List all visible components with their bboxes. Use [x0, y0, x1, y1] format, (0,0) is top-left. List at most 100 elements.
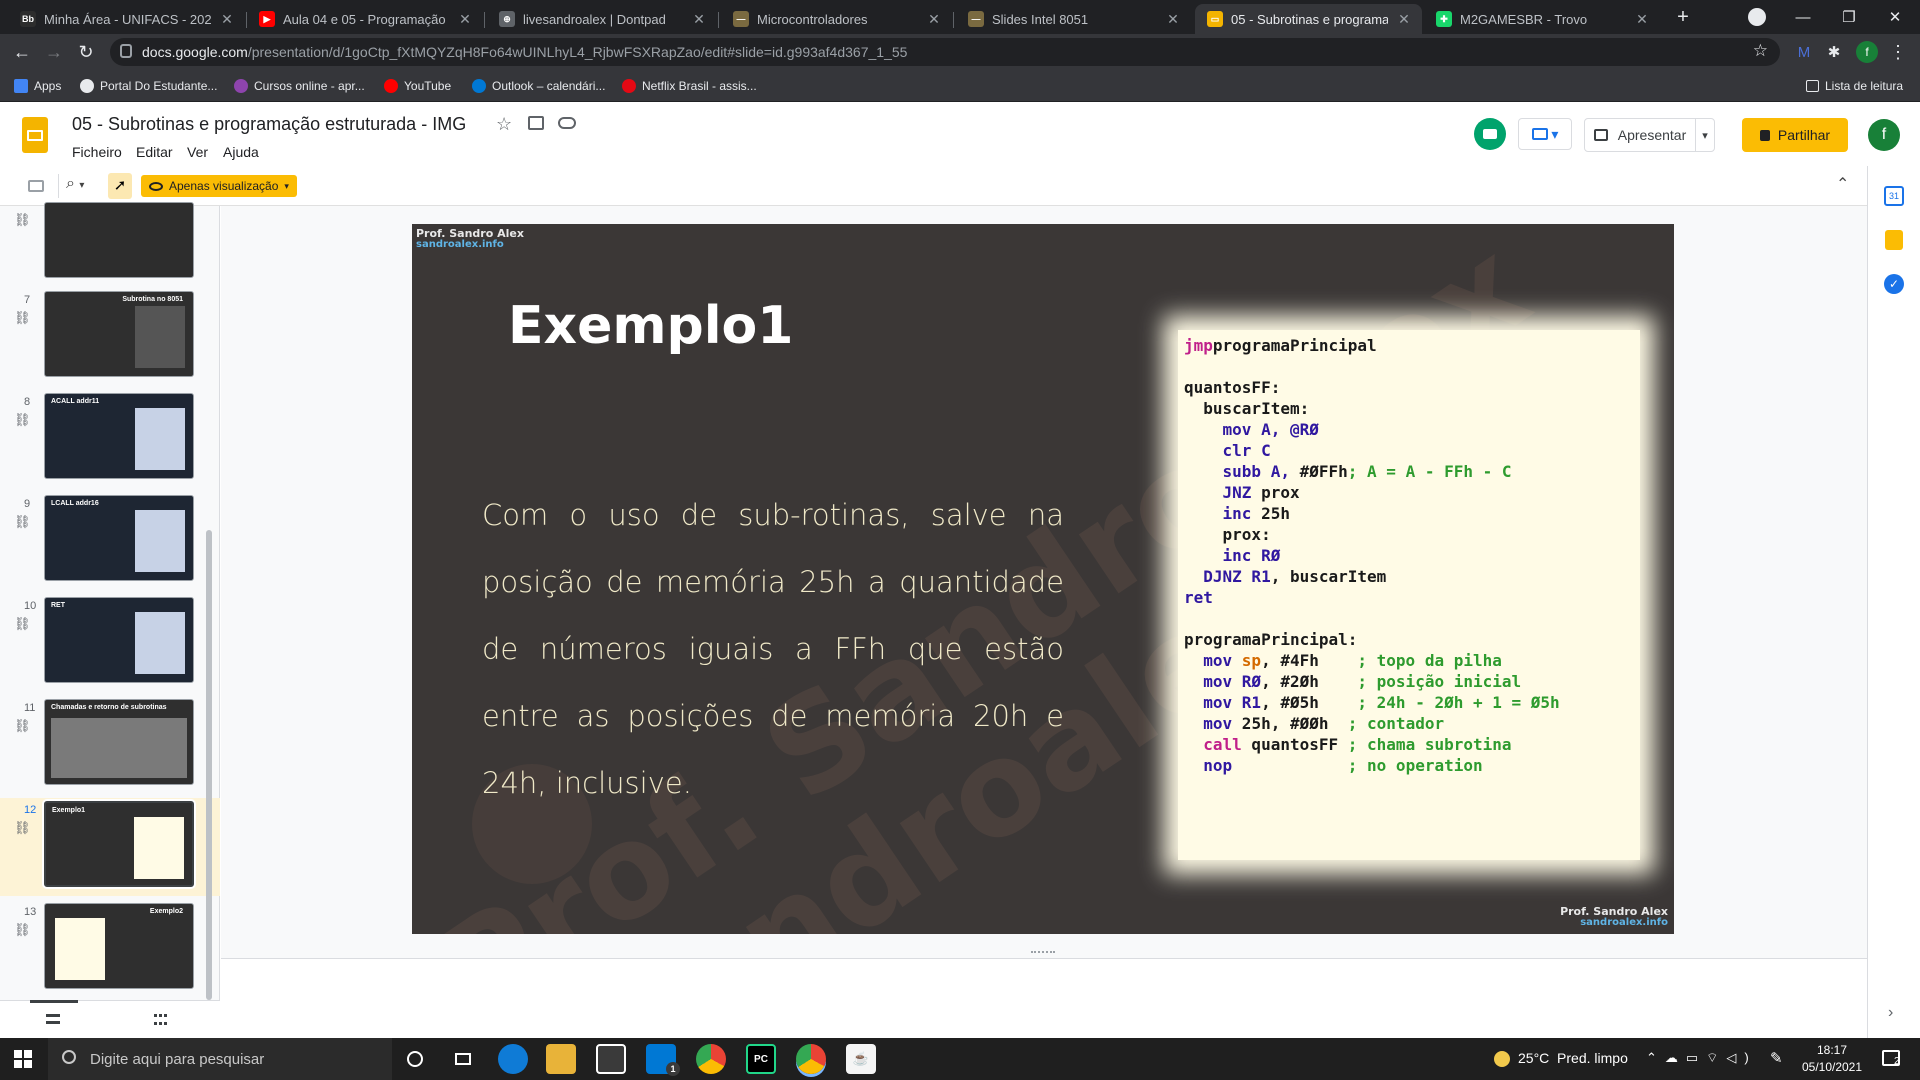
meet-icon[interactable] [1474, 118, 1506, 150]
bookmark-item[interactable]: Portal Do Estudante... [80, 70, 217, 102]
bookmark-favicon-icon [234, 79, 248, 93]
slide-thumbnail[interactable]: RET [44, 597, 194, 683]
browser-tab[interactable]: — Microcontroladores ✕ [721, 4, 952, 34]
chrome-icon[interactable] [696, 1044, 726, 1074]
list-view-icon[interactable] [46, 1014, 60, 1024]
bookmark-item[interactable]: Outlook – calendári... [472, 70, 605, 102]
address-bar[interactable]: docs.google.com/presentation/d/1goCtp_fX… [110, 38, 1780, 66]
profile-avatar[interactable]: f [1856, 41, 1878, 63]
system-tray-icons[interactable]: ⌃☁▭⌔◁) [1646, 1050, 1757, 1066]
star-icon[interactable]: ☆ [496, 114, 512, 135]
slide-thumbnail[interactable] [44, 202, 194, 278]
google-slides-logo-icon[interactable] [22, 117, 48, 153]
calendar-icon[interactable]: 31 [1884, 186, 1904, 206]
document-title[interactable]: 05 - Subrotinas e programação estruturad… [72, 114, 466, 135]
close-tab-icon[interactable]: ✕ [1396, 11, 1412, 28]
browser-tab[interactable]: — Slides Intel 8051 ✕ [956, 4, 1191, 34]
windows-start-icon[interactable] [14, 1050, 32, 1068]
browser-tab[interactable]: ✚ M2GAMESBR - Trovo ✕ [1424, 4, 1660, 34]
select-cursor-icon[interactable]: ➚ [108, 173, 132, 199]
bookmark-item[interactable]: Netflix Brasil - assis... [622, 70, 757, 102]
thumb-title: Exemplo2 [149, 908, 183, 915]
brand-name: Prof. Sandro Alex [416, 227, 524, 240]
weather-icon[interactable] [1494, 1051, 1510, 1067]
menu-ajuda[interactable]: Ajuda [223, 144, 259, 160]
close-tab-icon[interactable]: ✕ [219, 11, 235, 28]
menu-ver[interactable]: Ver [187, 144, 208, 160]
slide-thumbnail[interactable]: Subrotina no 8051 [44, 291, 194, 377]
store-icon[interactable] [596, 1044, 626, 1074]
taskbar-search[interactable]: Digite aqui para pesquisar [48, 1038, 392, 1080]
close-tab-icon[interactable]: ✕ [1634, 11, 1650, 28]
reading-list[interactable]: Lista de leitura [1806, 70, 1903, 102]
file-explorer-icon[interactable] [546, 1044, 576, 1074]
slide-filmstrip[interactable]: ⛓ 7 ⛓ Subrotina no 8051 8 ⛓ ACALL addr11 9 ⛓ LCA… [0, 202, 220, 1038]
account-avatar[interactable]: f [1868, 119, 1900, 151]
expand-panel-icon[interactable]: › [1888, 1004, 1893, 1022]
slide-thumbnail[interactable]: Exemplo2 [44, 903, 194, 989]
speaker-notes[interactable] [221, 951, 1867, 1038]
close-tab-icon[interactable]: ✕ [691, 11, 707, 28]
browser-tab[interactable]: ▶ Aula 04 e 05 - Programação em ✕ [247, 4, 483, 34]
close-window-icon[interactable]: ✕ [1872, 0, 1918, 34]
clock-time[interactable]: 18:17 [1800, 1043, 1864, 1057]
extensions-puzzle-icon[interactable]: ✱ [1820, 34, 1848, 70]
zoom-icon[interactable]: ⌕ ▾ [66, 175, 84, 193]
weather-text[interactable]: 25°C Pred. limpo [1518, 1050, 1628, 1066]
restore-icon[interactable]: ❐ [1826, 0, 1872, 34]
browser-tab[interactable]: Bb Minha Área - UNIFACS - 2021 - 2 ✕ [8, 4, 245, 34]
slide-thumbnail[interactable]: ACALL addr11 [44, 393, 194, 479]
print-icon[interactable] [28, 180, 44, 192]
minimize-icon[interactable]: — [1780, 0, 1826, 34]
forward-icon[interactable]: → [40, 34, 68, 70]
back-icon[interactable]: ← [8, 34, 36, 70]
present-to-meeting-button[interactable]: ▾ [1518, 118, 1572, 150]
present-button[interactable]: Apresentar [1584, 118, 1696, 152]
collapse-menus-icon[interactable]: ⌃ [1836, 174, 1849, 194]
grid-view-icon[interactable] [154, 1014, 167, 1025]
notes-resize-handle[interactable] [1031, 951, 1055, 957]
view-only-button[interactable]: Apenas visualização ▾ [141, 175, 297, 197]
move-icon[interactable] [528, 116, 544, 130]
bookmark-item[interactable]: YouTube [384, 70, 451, 102]
share-button[interactable]: Partilhar [1742, 118, 1848, 152]
cloud-status-icon[interactable] [558, 117, 576, 129]
menu-ficheiro[interactable]: Ficheiro [72, 144, 122, 160]
slide-thumbnail[interactable]: LCALL addr16 [44, 495, 194, 581]
close-tab-icon[interactable]: ✕ [1165, 11, 1181, 28]
slide-thumbnail[interactable]: Chamadas e retorno de subrotinas [44, 699, 194, 785]
bookmark-item[interactable]: Apps [14, 70, 61, 102]
slide-thumbnail[interactable]: Exemplo1 [44, 801, 194, 887]
browser-tab[interactable]: ⊕ livesandroalex | Dontpad ✕ [487, 4, 717, 34]
task-view-icon[interactable] [448, 1044, 478, 1074]
close-tab-icon[interactable]: ✕ [457, 11, 473, 28]
new-tab-button[interactable]: + [1670, 4, 1696, 30]
reload-icon[interactable]: ↻ [72, 34, 100, 70]
filmstrip-scrollbar[interactable] [206, 530, 212, 1000]
code-line: nop ; no operation [1184, 756, 1482, 775]
edge-icon[interactable] [498, 1044, 528, 1074]
keep-icon[interactable] [1885, 230, 1903, 250]
menu-editar[interactable]: Editar [136, 144, 173, 160]
bookmark-item[interactable]: Cursos online - apr... [234, 70, 365, 102]
browser-tab[interactable]: ▭ 05 - Subrotinas e programação e ✕ [1195, 4, 1422, 34]
pen-icon[interactable]: ✎ [1770, 1049, 1783, 1067]
clock-date[interactable]: 05/10/2021 [1800, 1060, 1864, 1074]
java-icon[interactable]: ☕ [846, 1044, 876, 1074]
present-options-button[interactable]: ▾ [1695, 118, 1715, 152]
extension-icon[interactable]: M [1790, 34, 1818, 70]
bookmark-star-icon[interactable]: ☆ [1753, 41, 1768, 61]
tab-search-icon[interactable] [1748, 8, 1766, 26]
cortana-icon[interactable] [400, 1044, 430, 1074]
code-line: call quantosFF ; chama subrotina [1184, 735, 1511, 754]
close-tab-icon[interactable]: ✕ [926, 11, 942, 28]
mail-icon[interactable]: 1 [646, 1044, 680, 1076]
pycharm-icon[interactable]: PC [746, 1044, 776, 1074]
browser-menu-icon[interactable]: ⋮ [1884, 34, 1912, 70]
chrome-profile-icon[interactable] [796, 1044, 826, 1074]
tab-separator [718, 12, 719, 28]
tasks-icon[interactable]: ✓ [1884, 274, 1904, 294]
